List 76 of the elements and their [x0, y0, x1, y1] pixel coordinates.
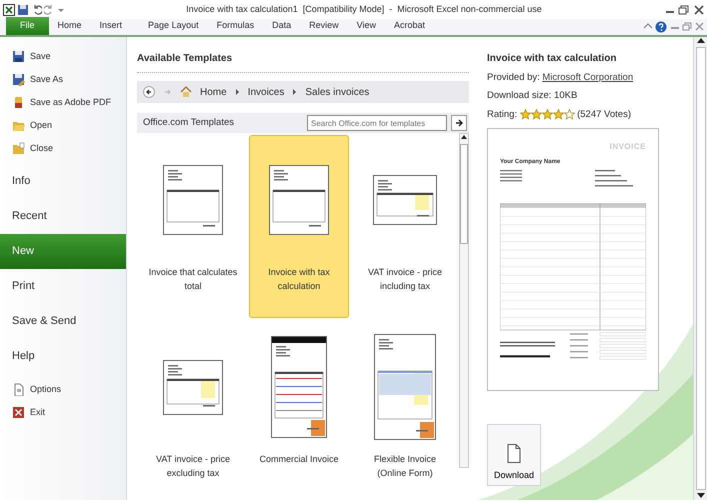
sidebar-command[interactable]: Save As	[0, 68, 126, 91]
sidebar-command[interactable]: Exit	[0, 401, 126, 424]
sidebar-command[interactable]: Save	[0, 45, 126, 68]
scroll-down-icon[interactable]	[696, 492, 706, 500]
ribbon-tab[interactable]: Formulas	[208, 17, 264, 35]
star-filled-icon	[520, 109, 531, 120]
sidebar-command[interactable]: Options	[0, 378, 126, 401]
breadcrumb-link[interactable]: Home	[200, 84, 227, 100]
ribbon-tab[interactable]: File	[6, 17, 49, 35]
excel-app-icon[interactable]	[2, 4, 14, 16]
breadcrumb-link[interactable]: Sales invoices	[305, 84, 370, 100]
search-button[interactable]	[451, 115, 467, 131]
folder-icon	[12, 142, 25, 155]
scroll-thumb[interactable]	[696, 47, 706, 490]
sidebar-command[interactable]: Open	[0, 114, 126, 137]
breadcrumb-link[interactable]: Invoices	[248, 84, 284, 100]
sidebar-command[interactable]: Save as Adobe PDF	[0, 91, 126, 114]
sidebar-tab[interactable]: Info	[0, 164, 126, 199]
undo-icon[interactable]	[32, 4, 42, 15]
folder-icon	[12, 119, 25, 132]
exit-icon	[12, 406, 25, 419]
invoice-thumbnail	[373, 175, 437, 225]
arrow-right-icon	[455, 119, 463, 127]
window-title: Invoice with tax calculation1 [Compatibility Mode] - Microsoft Excel non-commercial use	[185, 2, 543, 16]
sidebar-tab[interactable]: Help	[0, 339, 126, 374]
home-icon[interactable]	[180, 86, 192, 98]
star-filled-icon	[530, 109, 542, 120]
save-icon	[12, 50, 25, 63]
section-heading: Available Templates	[137, 51, 469, 73]
ribbon-tab[interactable]: View	[348, 17, 385, 35]
provider-label: Provided by:	[487, 71, 540, 85]
rating-label: Rating:	[487, 108, 518, 122]
template-tile[interactable]: Flexible Invoice (Online Form)	[355, 322, 455, 492]
provider-link[interactable]: Microsoft Corporation	[542, 71, 634, 86]
ribbon-tab[interactable]: Acrobat	[385, 17, 434, 35]
document-icon	[507, 444, 521, 464]
scroll-thumb[interactable]	[460, 144, 468, 244]
save-icon[interactable]	[17, 4, 29, 16]
sidebar-command[interactable]: Close	[0, 137, 126, 160]
scrollbar[interactable]	[693, 37, 707, 500]
template-tile[interactable]: VAT invoice - price including tax	[355, 135, 455, 318]
source-label: Office.com Templates	[143, 116, 234, 130]
ribbon-tab[interactable]: Home	[48, 17, 91, 35]
template-title: Invoice with tax calculation	[487, 52, 618, 66]
scrollbar[interactable]	[459, 133, 469, 468]
download-button[interactable]: Download	[487, 424, 541, 486]
sidebar-tab[interactable]: Save & Send	[0, 304, 126, 339]
invoice-thumbnail	[269, 165, 329, 235]
collapse-ribbon-icon[interactable]	[642, 22, 652, 31]
star-filled-icon	[552, 109, 564, 120]
chevron-right-icon	[292, 88, 298, 96]
ribbon-tab[interactable]: Insert	[90, 17, 132, 35]
document-icon	[12, 383, 25, 396]
back-icon[interactable]	[143, 86, 155, 98]
ribbon-tab[interactable]: Review	[300, 17, 348, 35]
sidebar-tab[interactable]: New	[0, 234, 126, 269]
chevron-right-icon	[234, 88, 240, 96]
pdf-icon	[12, 96, 25, 109]
restore-icon[interactable]	[678, 4, 690, 16]
save-as-icon	[12, 73, 25, 86]
ribbon-tab[interactable]: Page Layout	[139, 17, 208, 35]
ribbon-tab[interactable]: Data	[263, 17, 300, 35]
invoice-thumbnail	[163, 165, 223, 235]
invoice-thumbnail	[163, 360, 223, 414]
template-tile[interactable]: VAT invoice - price excluding tax	[143, 322, 243, 492]
template-tile[interactable]: Commercial Invoice	[249, 322, 349, 492]
sidebar-tab[interactable]: Print	[0, 269, 126, 304]
close-icon[interactable]	[692, 4, 704, 16]
search-field[interactable]: Search Office.com for templates	[307, 115, 447, 131]
download-size: Download size: 10KB	[487, 89, 578, 104]
vote-count: (5247 Votes)	[577, 108, 631, 122]
template-tile[interactable]: Invoice with tax calculation	[249, 135, 349, 318]
help-icon[interactable]	[655, 20, 667, 32]
star-filled-icon	[542, 109, 553, 120]
template-tile[interactable]: Invoice that calculates total	[143, 135, 243, 318]
sidebar-tab[interactable]: Recent	[0, 199, 126, 234]
